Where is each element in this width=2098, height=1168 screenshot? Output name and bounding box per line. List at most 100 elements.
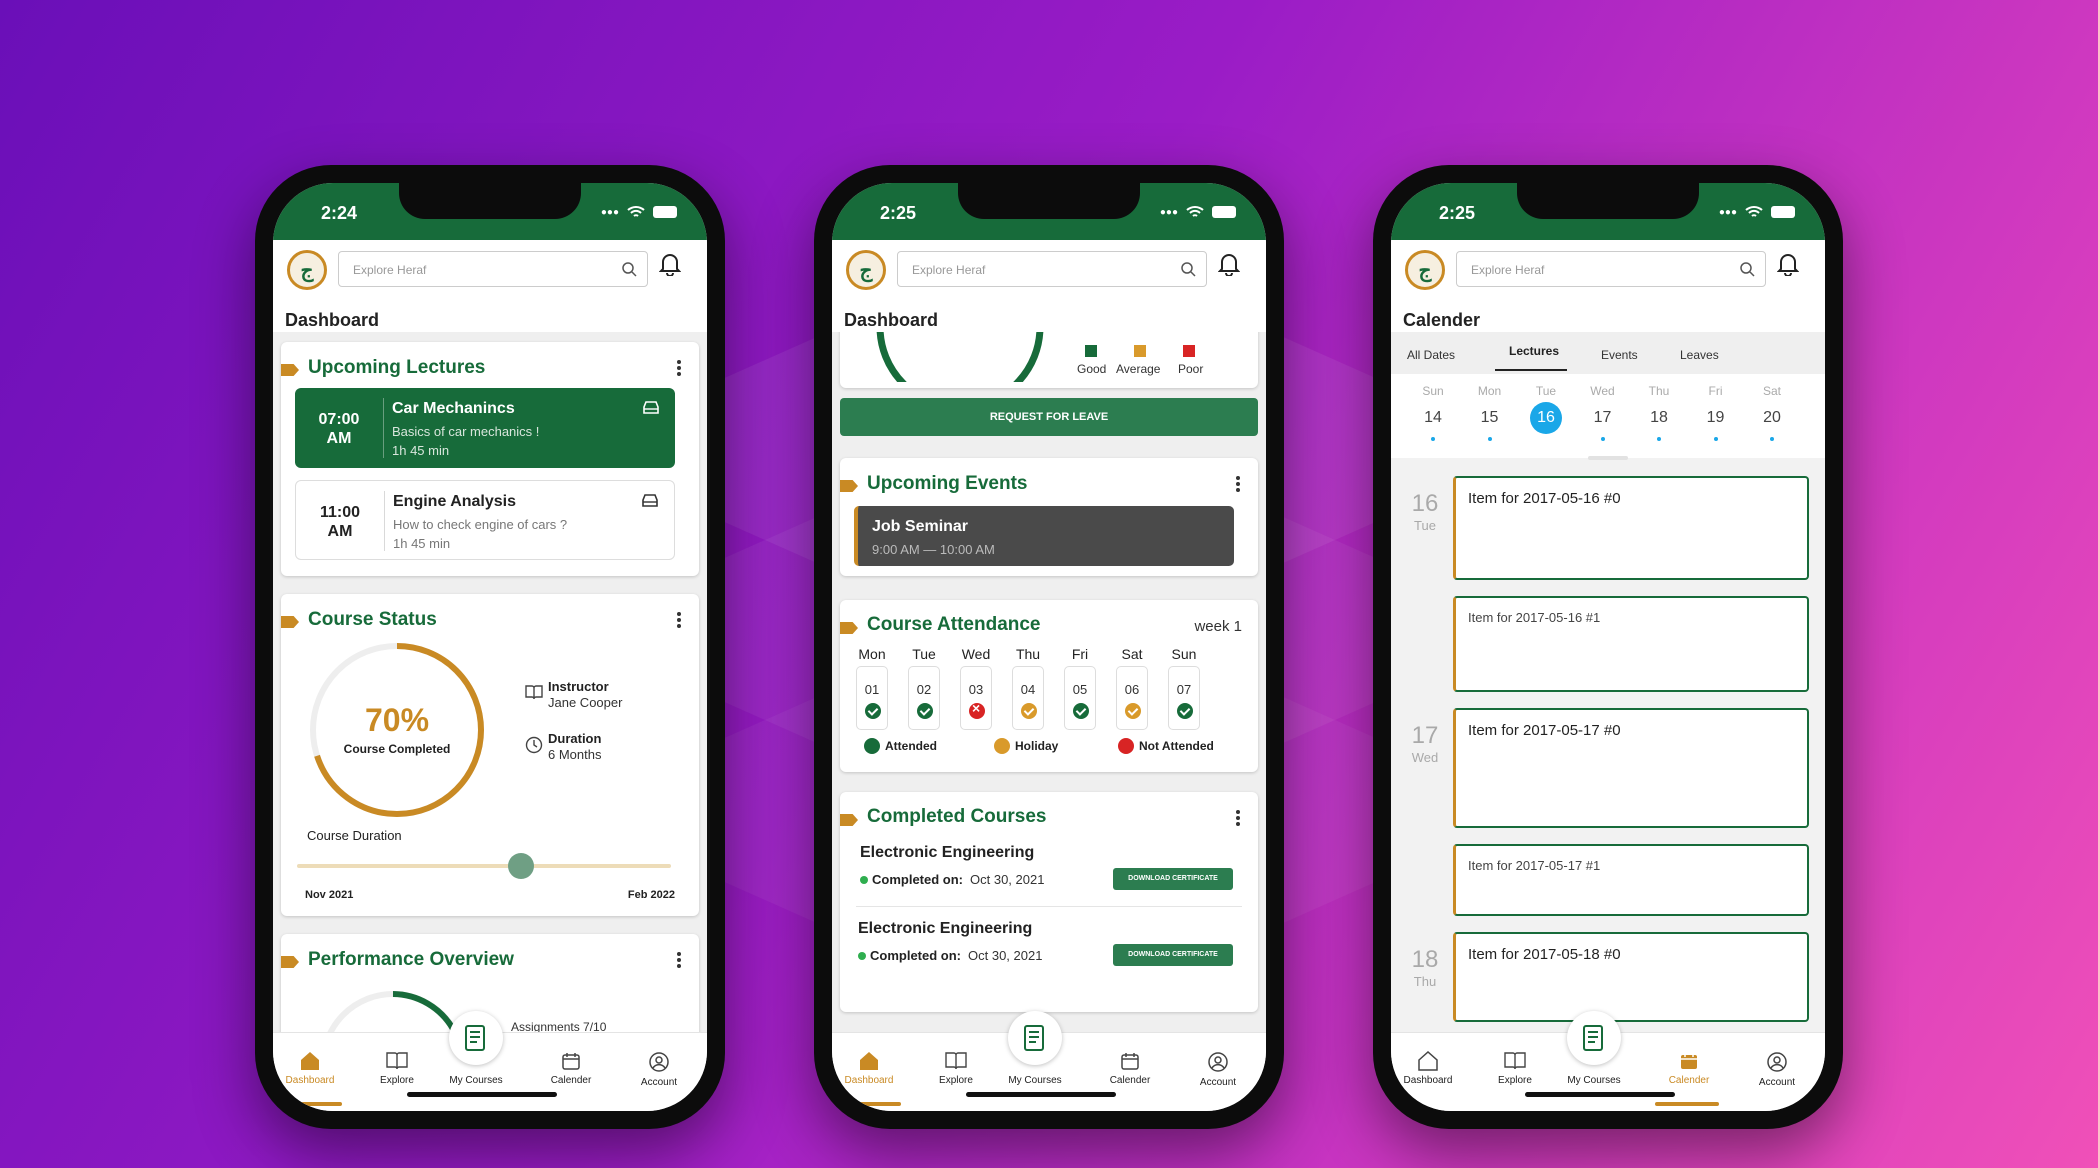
attendance-date: 03: [968, 682, 984, 697]
agenda-item[interactable]: Item for 2017-05-16 #0: [1453, 476, 1809, 580]
progress-percent: 70%: [364, 702, 430, 738]
nav-account[interactable]: Account: [619, 1051, 699, 1088]
search-icon[interactable]: [1739, 261, 1755, 277]
duration-slider-thumb[interactable]: [508, 853, 535, 879]
signal-icon: ●●●: [1159, 206, 1178, 218]
nav-dashboard[interactable]: Dashboard: [1391, 1051, 1468, 1086]
nav-dashboard[interactable]: Dashboard: [832, 1051, 909, 1086]
attendance-day-chip[interactable]: 02: [908, 666, 940, 730]
signal-icon: ●●●: [1718, 206, 1737, 218]
status-bar: 2:25 ●●●: [832, 183, 1266, 240]
clock-icon: [525, 736, 543, 754]
holiday-icon: [1125, 703, 1141, 719]
tab-all-dates[interactable]: All Dates: [1407, 348, 1455, 362]
lecture-item-active[interactable]: 07:00 AM Car Mechanincs Basics of car mec…: [295, 388, 675, 468]
lecture-item[interactable]: 11:00 AM Engine Analysis How to check eng…: [295, 480, 675, 560]
app-logo[interactable]: ج: [287, 250, 327, 290]
agenda-item[interactable]: Item for 2017-05-16 #1: [1453, 596, 1809, 692]
end-date: Feb 2022: [627, 889, 675, 901]
legend-attended-icon: [864, 738, 880, 754]
nav-my-courses[interactable]: My Courses: [1554, 1075, 1634, 1086]
attendance-day-chip[interactable]: 05: [1064, 666, 1096, 730]
course-attendance-card: Course Attendance week 1 Mon 01 Tue 02 Wed 03…: [840, 600, 1258, 772]
date-cell[interactable]: 20: [1756, 402, 1788, 434]
search-icon[interactable]: [621, 261, 637, 277]
attendance-day-chip[interactable]: 01: [856, 666, 888, 730]
bell-icon[interactable]: [1777, 252, 1799, 276]
attendance-date: 01: [864, 682, 880, 697]
event-item[interactable]: Job Seminar 9:00 AM — 10:00 AM: [854, 506, 1234, 566]
nav-label: My Courses: [449, 1075, 503, 1086]
legend-good: Good: [1077, 362, 1107, 376]
date-cell[interactable]: 18: [1643, 402, 1675, 434]
attendance-day-chip[interactable]: 07: [1168, 666, 1200, 730]
app-logo[interactable]: ج: [1405, 250, 1445, 290]
nav-account[interactable]: Account: [1737, 1051, 1817, 1088]
date-cell[interactable]: 15: [1474, 402, 1506, 434]
tab-events[interactable]: Events: [1601, 348, 1638, 362]
more-options-icon[interactable]: [1236, 810, 1240, 826]
agenda-item-title: Item for 2017-05-17 #0: [1468, 722, 1621, 739]
completed-date: Oct 30, 2021: [968, 948, 1043, 963]
agenda-weekday: Tue: [1414, 518, 1436, 533]
bell-icon[interactable]: [659, 252, 681, 276]
phone-dashboard-scrolled: 2:25 ●●● ج Explore Heraf Dashboard Good …: [814, 165, 1284, 1129]
lecture-ampm: AM: [326, 430, 352, 447]
page-title: Dashboard: [285, 310, 380, 330]
my-courses-fab[interactable]: [1567, 1011, 1621, 1065]
account-icon: [1208, 1052, 1228, 1072]
app-logo[interactable]: ج: [846, 250, 886, 290]
agenda-item[interactable]: Item for 2017-05-18 #0: [1453, 932, 1809, 1022]
more-options-icon[interactable]: [677, 612, 681, 628]
tab-lectures[interactable]: Lectures: [1509, 344, 1559, 358]
more-options-icon[interactable]: [677, 360, 681, 376]
nav-calender[interactable]: Calender: [531, 1051, 611, 1086]
date-cell[interactable]: 17: [1587, 402, 1619, 434]
my-courses-fab[interactable]: [1008, 1011, 1062, 1065]
nav-calender[interactable]: Calender: [1090, 1051, 1170, 1086]
agenda-item[interactable]: Item for 2017-05-17 #1: [1453, 844, 1809, 916]
download-certificate-button[interactable]: DOWNLOAD CERTIFICATE: [1113, 868, 1233, 890]
attendance-day-chip[interactable]: 06: [1116, 666, 1148, 730]
nav-explore[interactable]: Explore: [357, 1051, 437, 1086]
date-selected[interactable]: 16: [1530, 402, 1562, 434]
request-leave-button[interactable]: REQUEST FOR LEAVE: [840, 398, 1258, 436]
more-options-icon[interactable]: [1236, 476, 1240, 492]
download-certificate-button[interactable]: DOWNLOAD CERTIFICATE: [1113, 944, 1233, 966]
wifi-icon: [1745, 206, 1763, 217]
bell-icon[interactable]: [1218, 252, 1240, 276]
section-tag: [840, 480, 858, 492]
nav-my-courses[interactable]: My Courses: [995, 1075, 1075, 1086]
upcoming-lectures-card: Upcoming Lectures 07:00 AM Car Mechanincs…: [281, 342, 699, 576]
attendance-day-chip[interactable]: 03: [960, 666, 992, 730]
nav-explore[interactable]: Explore: [916, 1051, 996, 1086]
agenda-item-title: Item for 2017-05-17 #1: [1468, 858, 1601, 873]
nav-dashboard[interactable]: Dashboard: [273, 1051, 350, 1086]
card-title: Course Status: [308, 609, 437, 630]
nav-calender[interactable]: Calender: [1649, 1051, 1729, 1086]
attendance-day-label: Thu: [1015, 646, 1041, 662]
more-options-icon[interactable]: [677, 952, 681, 968]
week-strip-handle[interactable]: [1588, 456, 1628, 460]
nav-account[interactable]: Account: [1178, 1051, 1258, 1088]
search-input[interactable]: Explore Heraf: [338, 251, 648, 287]
clock: 2:25: [1439, 203, 1476, 223]
agenda-item[interactable]: Item for 2017-05-17 #0: [1453, 708, 1809, 828]
search-icon[interactable]: [1180, 261, 1196, 277]
attendance-day-label: Sat: [1121, 646, 1143, 662]
nav-my-courses[interactable]: My Courses: [436, 1075, 516, 1086]
my-courses-fab[interactable]: [449, 1011, 503, 1065]
nav-explore[interactable]: Explore: [1475, 1051, 1555, 1086]
date-cell[interactable]: 19: [1700, 402, 1732, 434]
nav-label: Calender: [1668, 1075, 1710, 1086]
search-input[interactable]: Explore Heraf: [1456, 251, 1766, 287]
agenda-day: 17 Wed: [1405, 722, 1445, 765]
date-cell[interactable]: 14: [1417, 402, 1449, 434]
attendance-day-chip[interactable]: 04: [1012, 666, 1044, 730]
weekday-label: Fri: [1708, 384, 1723, 398]
agenda-day: 16 Tue: [1405, 490, 1445, 533]
divider: [856, 906, 1242, 907]
tab-leaves[interactable]: Leaves: [1680, 348, 1719, 362]
event-dot: [1713, 437, 1718, 441]
search-input[interactable]: Explore Heraf: [897, 251, 1207, 287]
